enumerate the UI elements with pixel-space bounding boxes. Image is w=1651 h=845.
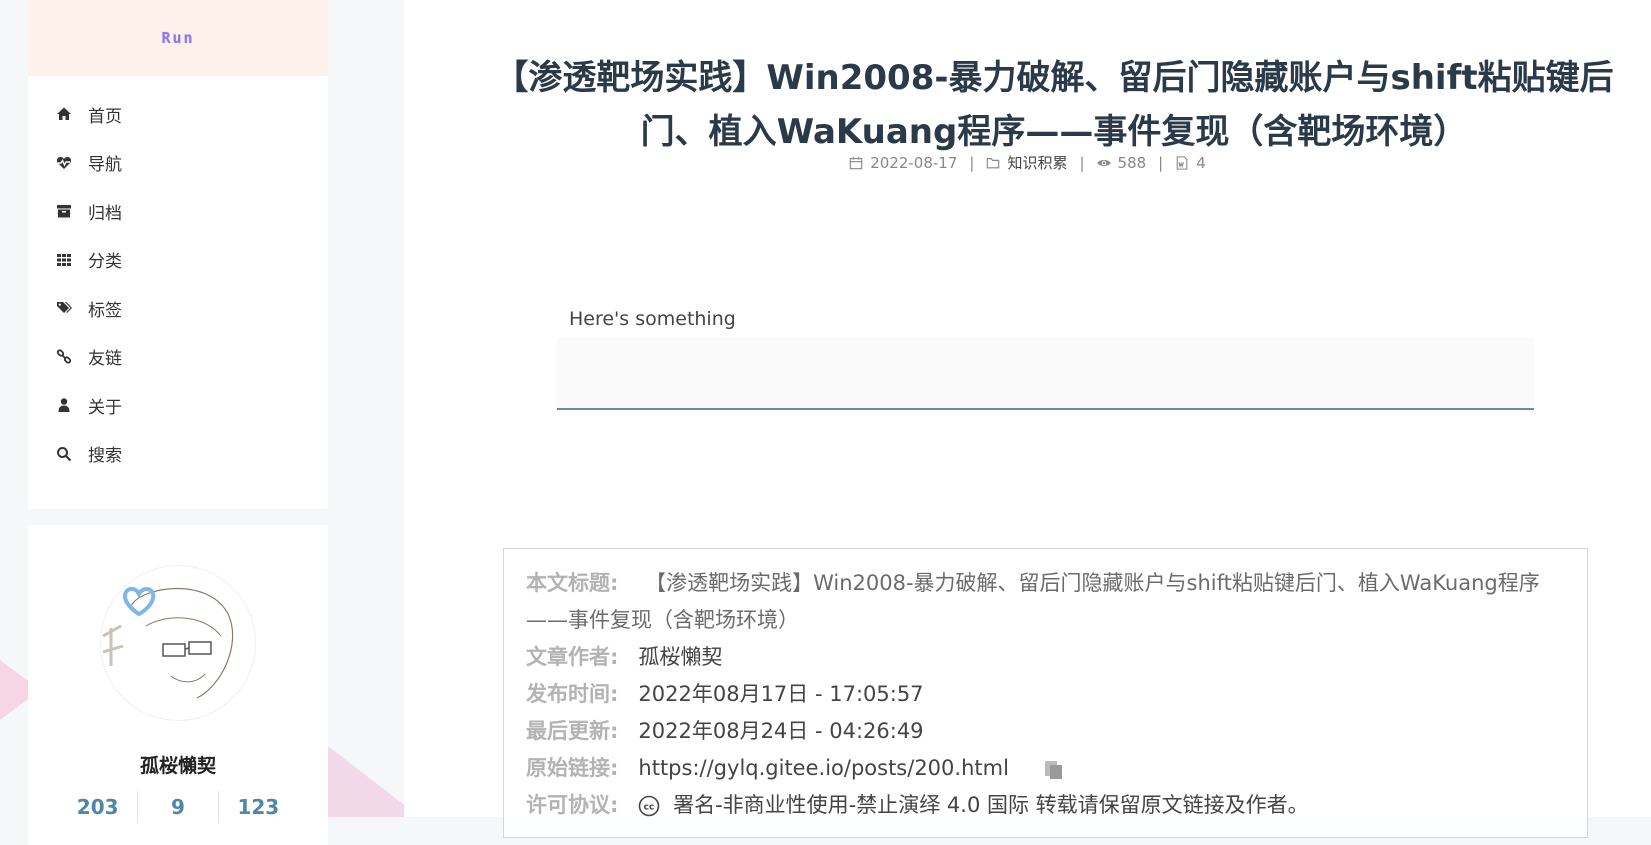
- brand-header[interactable]: Run: [28, 0, 328, 76]
- copyright-published-value: 2022年08月17日 - 17:05:57: [638, 682, 924, 706]
- post-main: 【渗透靶场实践】Win2008-暴力破解、留后门隐藏账户与shift粘贴键后门、…: [404, 0, 1651, 838]
- copyright-title-key: 本文标题:: [526, 571, 619, 595]
- sidebar-item-label: 搜索: [88, 446, 122, 467]
- copyright-license-row: 许可协议: cc 署名-非商业性使用-禁止演绎 4.0 国际 转载请保留原文链接…: [526, 787, 1565, 824]
- site-title[interactable]: Run: [161, 29, 194, 47]
- stat-categories[interactable]: 9: [138, 791, 219, 823]
- meta-separator: |: [1079, 153, 1085, 172]
- password-prompt-label: Here's something: [569, 308, 736, 330]
- sidebar-item-categories[interactable]: 分类: [28, 236, 328, 285]
- heartbeat-icon: [54, 153, 74, 173]
- post-date-text: 2022-08-17: [870, 153, 958, 172]
- folder-icon: [987, 157, 1000, 168]
- svg-text:cc: cc: [644, 803, 655, 813]
- password-prompt: Here's something: [557, 308, 1534, 410]
- sidebar-item-label: 关于: [88, 397, 122, 418]
- sidebar-item-search[interactable]: 搜索: [28, 430, 328, 479]
- sidebar-item-label: 首页: [88, 106, 122, 127]
- home-icon: [54, 104, 74, 124]
- copyright-author-value: 孤桜懶契: [638, 645, 723, 669]
- sidebar-item-archive[interactable]: 归档: [28, 187, 328, 236]
- sidebar: Run 首页 导航 归档 分类 标签 友链 关于 搜索 孤桜懶契 203 9 1…: [28, 0, 328, 845]
- meta-separator: |: [969, 153, 975, 172]
- sidebar-menu: 首页 导航 归档 分类 标签 友链 关于 搜索: [28, 76, 328, 509]
- copyright-author-row: 文章作者: 孤桜懶契: [526, 639, 1565, 676]
- copyright-license-key: 许可协议:: [526, 793, 619, 817]
- post-date: 2022-08-17: [849, 154, 957, 172]
- copyright-updated-key: 最后更新:: [526, 719, 619, 743]
- stat-tags[interactable]: 123: [219, 791, 298, 823]
- password-input[interactable]: [557, 338, 1534, 410]
- copyright-title-row: 本文标题: 【渗透靶场实践】Win2008-暴力破解、留后门隐藏账户与shift…: [526, 565, 1565, 639]
- copyright-link-row: 原始链接: https://gylq.gitee.io/posts/200.ht…: [526, 750, 1565, 787]
- copyright-license-group: cc 署名-非商业性使用-禁止演绎 4.0 国际 转载请保留原文链接及作者。: [638, 787, 1309, 824]
- copy-icon[interactable]: [1042, 757, 1066, 781]
- copyright-title-value: 【渗透靶场实践】Win2008-暴力破解、留后门隐藏账户与shift粘贴键后门、…: [526, 571, 1540, 632]
- sidebar-item-label: 导航: [88, 155, 122, 176]
- sidebar-item-label: 归档: [88, 203, 122, 224]
- sidebar-item-label: 友链: [88, 349, 122, 370]
- sidebar-item-nav[interactable]: 导航: [28, 139, 328, 188]
- sidebar-item-home[interactable]: 首页: [28, 90, 328, 139]
- avatar-illustration: [101, 566, 255, 720]
- avatar[interactable]: [100, 565, 256, 721]
- link-icon: [54, 347, 74, 367]
- sidebar-item-label: 标签: [88, 300, 122, 321]
- license-text[interactable]: 署名-非商业性使用-禁止演绎 4.0 国际 转载请保留原文链接及作者。: [673, 793, 1309, 817]
- sidebar-item-tags[interactable]: 标签: [28, 284, 328, 333]
- copyright-published-key: 发布时间:: [526, 682, 619, 706]
- meta-separator: |: [1158, 153, 1164, 172]
- post-word-count: 4: [1196, 153, 1206, 172]
- stat-posts[interactable]: 203: [58, 791, 139, 823]
- sidebar-item-label: 分类: [88, 252, 122, 273]
- copyright-updated-value: 2022年08月24日 - 04:26:49: [638, 719, 924, 743]
- original-link[interactable]: https://gylq.gitee.io/posts/200.html: [638, 756, 1009, 780]
- post-meta: 2022-08-17 | 知识积累 | 588 | 4: [404, 152, 1651, 173]
- sidebar-item-links[interactable]: 友链: [28, 333, 328, 382]
- post-category-link[interactable]: 知识积累: [1007, 152, 1067, 173]
- copyright-box: 本文标题: 【渗透靶场实践】Win2008-暴力破解、留后门隐藏账户与shift…: [503, 548, 1588, 838]
- copyright-title-block: 本文标题: 【渗透靶场实践】Win2008-暴力破解、留后门隐藏账户与shift…: [526, 565, 1565, 639]
- post-views: 588: [1096, 153, 1147, 172]
- post-category[interactable]: 知识积累: [986, 152, 1067, 173]
- author-stats: 203 9 123: [58, 791, 298, 823]
- post-words: 4: [1175, 154, 1206, 172]
- archive-icon: [54, 201, 74, 221]
- copyright-link-key: 原始链接:: [526, 756, 619, 780]
- user-icon: [54, 395, 74, 415]
- copyright-updated-row: 最后更新: 2022年08月24日 - 04:26:49: [526, 713, 1565, 750]
- copyright-author-key: 文章作者:: [526, 645, 619, 669]
- calendar-icon: [849, 156, 863, 169]
- copyright-published-row: 发布时间: 2022年08月17日 - 17:05:57: [526, 676, 1565, 713]
- creative-commons-icon: cc: [639, 795, 660, 817]
- sidebar-item-about[interactable]: 关于: [28, 381, 328, 430]
- word-file-icon: [1176, 155, 1188, 170]
- eye-icon: [1096, 159, 1111, 166]
- author-profile-card: 孤桜懶契 203 9 123: [28, 525, 328, 845]
- tags-icon: [54, 298, 74, 318]
- search-icon: [54, 444, 74, 464]
- author-name: 孤桜懶契: [139, 755, 216, 777]
- grid-icon: [54, 250, 74, 270]
- post-title: 【渗透靶场实践】Win2008-暴力破解、留后门隐藏账户与shift粘贴键后门、…: [494, 57, 1614, 152]
- copyright-link-group: https://gylq.gitee.io/posts/200.html: [638, 750, 1065, 787]
- post-views-count: 588: [1117, 153, 1147, 172]
